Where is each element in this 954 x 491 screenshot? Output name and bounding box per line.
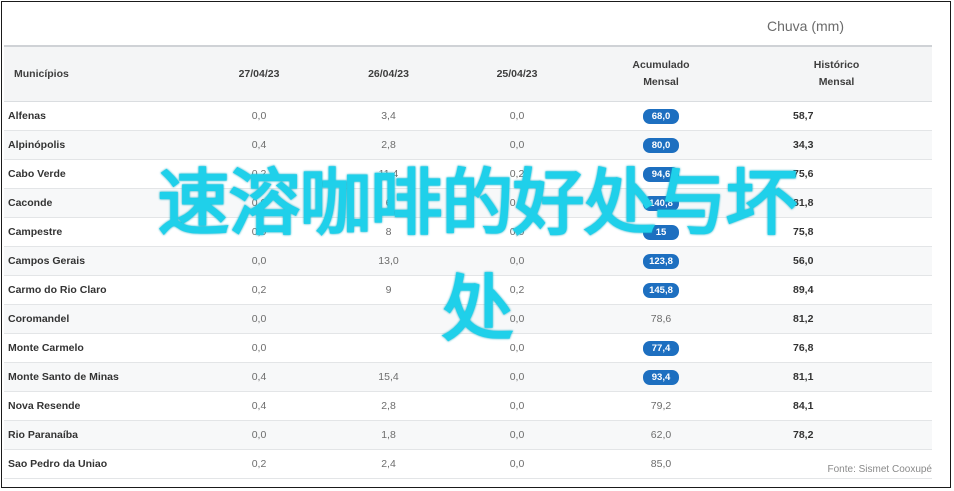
table-row: Rio Paranaíba 0,0 1,8 0,0 62,0 78,2 bbox=[4, 420, 932, 450]
date3-cell: 0,0 bbox=[453, 449, 581, 479]
acumulado-value: 62,0 bbox=[650, 429, 672, 441]
date1-cell: 0,4 bbox=[194, 391, 324, 421]
table-row: Sao Pedro da Uniao 0,2 2,4 0,0 85,0 bbox=[4, 449, 932, 479]
header-historico-line2: Mensal bbox=[818, 76, 855, 88]
date2-cell: 1,8 bbox=[324, 420, 453, 450]
date1-cell: 0,0 bbox=[194, 420, 324, 450]
acumulado-badge: 93,4 bbox=[643, 369, 679, 385]
overlay-title: 速溶咖啡的好处与坏 处 bbox=[0, 150, 954, 362]
acumulado-cell: 68,0 bbox=[581, 101, 741, 131]
historico-cell: 78,2 bbox=[741, 420, 932, 450]
header-historico: Histórico Mensal bbox=[741, 45, 932, 102]
overlay-title-line1: 速溶咖啡的好处与坏 bbox=[157, 161, 797, 245]
date2-cell: 15,4 bbox=[324, 362, 453, 392]
table-row: Alfenas 0,0 3,4 0,0 68,0 58,7 bbox=[4, 101, 932, 131]
acumulado-value: 85,0 bbox=[650, 458, 672, 470]
date3-cell: 0,0 bbox=[453, 362, 581, 392]
header-municipios: Municípios bbox=[4, 45, 194, 102]
acumulado-cell: 79,2 bbox=[581, 391, 741, 421]
acumulado-cell: 85,0 bbox=[581, 449, 741, 479]
historico-cell: 84,1 bbox=[741, 391, 932, 421]
header-acumulado: Acumulado Mensal bbox=[581, 45, 741, 102]
date2-cell: 2,8 bbox=[324, 391, 453, 421]
municipio-cell: Nova Resende bbox=[4, 391, 194, 421]
acumulado-cell: 93,4 bbox=[581, 362, 741, 392]
header-date-1: 27/04/23 bbox=[194, 45, 324, 102]
header-date-3: 25/04/23 bbox=[453, 45, 581, 102]
historico-cell: 58,7 bbox=[741, 101, 932, 131]
header-historico-line1: Histórico bbox=[813, 59, 860, 71]
chuva-caption: Chuva (mm) bbox=[767, 18, 845, 34]
overlay-title-line2: 处 bbox=[441, 267, 513, 351]
date2-cell: 3,4 bbox=[324, 101, 453, 131]
municipio-cell: Monte Santo de Minas bbox=[4, 362, 194, 392]
date1-cell: 0,2 bbox=[194, 449, 324, 479]
acumulado-cell: 62,0 bbox=[581, 420, 741, 450]
date3-cell: 0,0 bbox=[453, 391, 581, 421]
source-caption: Fonte: Sismet Cooxupé bbox=[827, 464, 933, 475]
date1-cell: 0,4 bbox=[194, 362, 324, 392]
municipio-cell: Sao Pedro da Uniao bbox=[4, 449, 194, 479]
date3-cell: 0,0 bbox=[453, 420, 581, 450]
header-acumulado-line2: Mensal bbox=[643, 76, 679, 88]
table-row: Nova Resende 0,4 2,8 0,0 79,2 84,1 bbox=[4, 391, 932, 421]
table-header-row: Municípios 27/04/23 26/04/23 25/04/23 Ac… bbox=[4, 45, 932, 102]
municipio-cell: Alfenas bbox=[4, 101, 194, 131]
date3-cell: 0,0 bbox=[453, 101, 581, 131]
acumulado-badge: 68,0 bbox=[643, 108, 679, 124]
header-acumulado-line1: Acumulado bbox=[632, 59, 690, 71]
date1-cell: 0,0 bbox=[194, 101, 324, 131]
historico-cell: 81,1 bbox=[741, 362, 932, 392]
date2-cell: 2,4 bbox=[324, 449, 453, 479]
table-row: Monte Santo de Minas 0,4 15,4 0,0 93,4 81,1 bbox=[4, 362, 932, 392]
header-date-2: 26/04/23 bbox=[324, 45, 453, 102]
municipio-cell: Rio Paranaíba bbox=[4, 420, 194, 450]
acumulado-value: 79,2 bbox=[650, 400, 672, 412]
